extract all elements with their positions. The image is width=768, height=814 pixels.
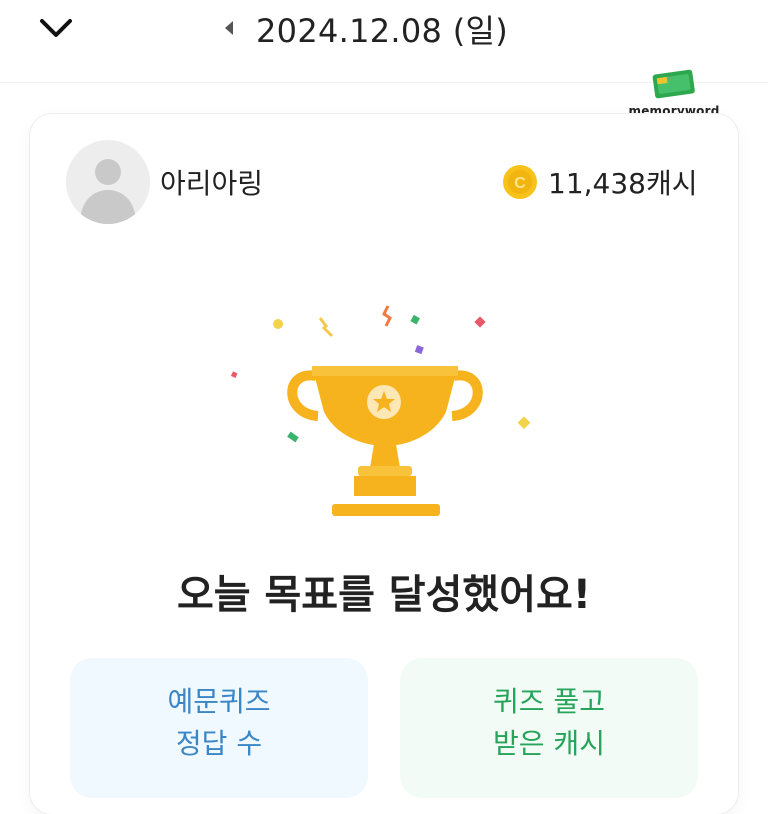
quiz-correct-count-card[interactable]: 예문퀴즈 정답 수 bbox=[70, 658, 368, 798]
stat-label-line1: 예문퀴즈 bbox=[167, 685, 271, 718]
logo-card-icon bbox=[652, 69, 695, 99]
user-silhouette-icon bbox=[80, 159, 136, 224]
avatar[interactable] bbox=[66, 140, 150, 224]
date-title: 2024.12.08 (일) bbox=[256, 12, 508, 50]
previous-date-button[interactable] bbox=[220, 16, 240, 40]
stat-label-line2: 정답 수 bbox=[175, 727, 263, 760]
stat-label-line1: 퀴즈 풀고 bbox=[493, 685, 605, 718]
coin-icon: C bbox=[502, 164, 538, 200]
earned-cash-card[interactable]: 퀴즈 풀고 받은 캐시 bbox=[400, 658, 698, 798]
collapse-button[interactable] bbox=[34, 10, 78, 46]
username: 아리아링 bbox=[160, 167, 264, 200]
trophy-icon bbox=[230, 305, 531, 516]
goal-achieved-headline: 오늘 목표를 달성했어요! bbox=[176, 572, 592, 618]
top-bar: 2024.12.08 (일) bbox=[0, 0, 768, 60]
trophy-illustration bbox=[220, 296, 550, 528]
chevron-down-icon bbox=[40, 19, 72, 37]
stat-label-line2: 받은 캐시 bbox=[493, 727, 605, 760]
svg-text:C: C bbox=[514, 175, 526, 192]
cash-amount: 11,438캐시 bbox=[548, 167, 698, 200]
caret-left-icon bbox=[225, 21, 233, 35]
